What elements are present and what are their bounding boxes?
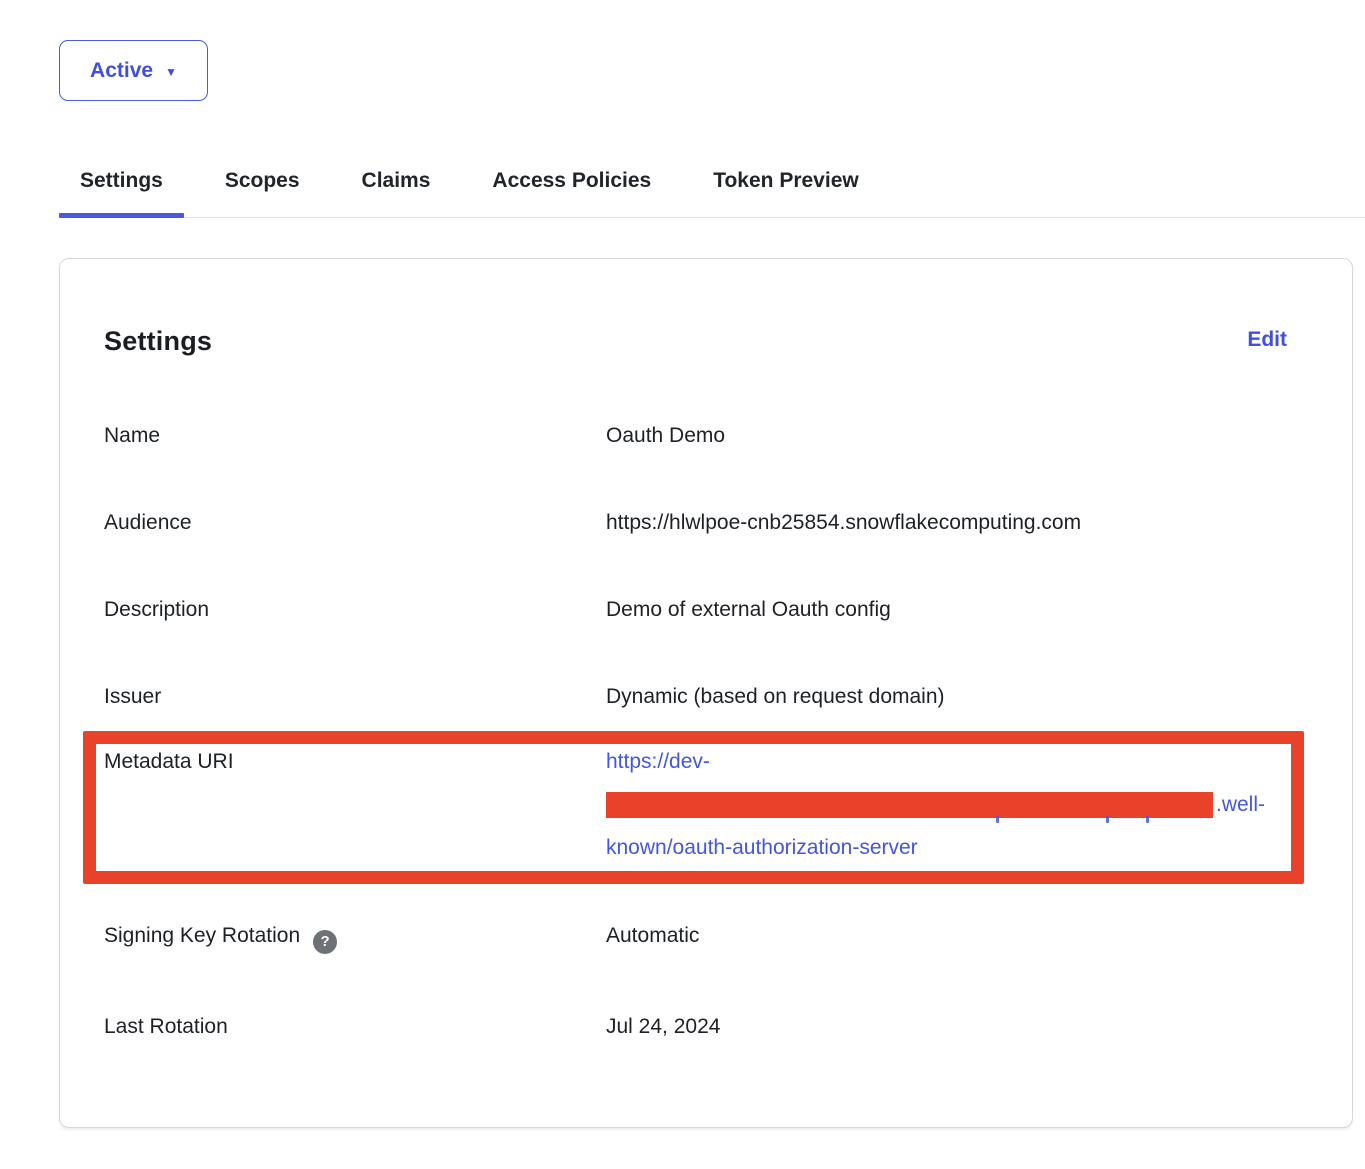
field-row-signing-key-rotation: Signing Key Rotation? Automatic	[104, 921, 1287, 954]
last-rotation-label: Last Rotation	[104, 1012, 606, 1041]
page: Active ▼ Settings Scopes Claims Access P…	[0, 0, 1365, 1169]
metadata-uri-line3: known/oauth-authorization-server	[606, 826, 1287, 869]
audience-label: Audience	[104, 508, 606, 537]
metadata-uri-label: Metadata URI	[104, 740, 606, 869]
tab-scopes[interactable]: Scopes	[204, 157, 321, 217]
description-label: Description	[104, 595, 606, 624]
metadata-uri-line2-tail: .well-	[1216, 793, 1265, 816]
tab-access-policies[interactable]: Access Policies	[471, 157, 672, 217]
metadata-uri-value: https://dev- .well- known/oauth-authoriz…	[606, 740, 1287, 869]
status-dropdown-label: Active	[90, 59, 153, 83]
help-icon[interactable]: ?	[313, 930, 337, 954]
metadata-uri-link[interactable]: https://dev- .well- known/oauth-authoriz…	[606, 740, 1287, 869]
name-value: Oauth Demo	[606, 421, 1287, 450]
settings-card: Settings Edit Name Oauth Demo Audience h…	[59, 258, 1353, 1128]
field-row-audience: Audience https://hlwlpoe-cnb25854.snowfl…	[104, 508, 1287, 537]
tab-settings[interactable]: Settings	[59, 157, 184, 217]
field-row-last-rotation: Last Rotation Jul 24, 2024	[104, 1012, 1287, 1041]
field-row-description: Description Demo of external Oauth confi…	[104, 595, 1287, 624]
field-row-issuer: Issuer Dynamic (based on request domain)	[104, 682, 1287, 711]
status-dropdown-button[interactable]: Active ▼	[59, 40, 208, 101]
description-value: Demo of external Oauth config	[606, 595, 1287, 624]
audience-value: https://hlwlpoe-cnb25854.snowflakecomput…	[606, 508, 1287, 537]
signing-key-rotation-label-cell: Signing Key Rotation?	[104, 921, 606, 954]
tab-claims[interactable]: Claims	[341, 157, 452, 217]
metadata-uri-line1: https://dev-	[606, 740, 1287, 783]
redaction-bar	[606, 792, 1213, 818]
issuer-value: Dynamic (based on request domain)	[606, 682, 1287, 711]
tab-strip-inner: Settings Scopes Claims Access Policies T…	[59, 157, 1365, 218]
last-rotation-value: Jul 24, 2024	[606, 1012, 1287, 1041]
field-row-metadata-uri: Metadata URI https://dev- .well- known/o…	[104, 740, 1287, 869]
card-header: Settings Edit	[104, 325, 1287, 357]
card-title: Settings	[104, 325, 212, 357]
signing-key-rotation-value: Automatic	[606, 921, 1287, 954]
tab-token-preview[interactable]: Token Preview	[692, 157, 880, 217]
signing-key-rotation-label: Signing Key Rotation	[104, 924, 300, 947]
tab-strip: Settings Scopes Claims Access Policies T…	[59, 157, 1365, 218]
issuer-label: Issuer	[104, 682, 606, 711]
field-row-name: Name Oauth Demo	[104, 421, 1287, 450]
edit-button[interactable]: Edit	[1247, 325, 1287, 355]
metadata-uri-line2: .well-	[606, 793, 1265, 816]
caret-down-icon: ▼	[165, 66, 177, 78]
name-label: Name	[104, 421, 606, 450]
